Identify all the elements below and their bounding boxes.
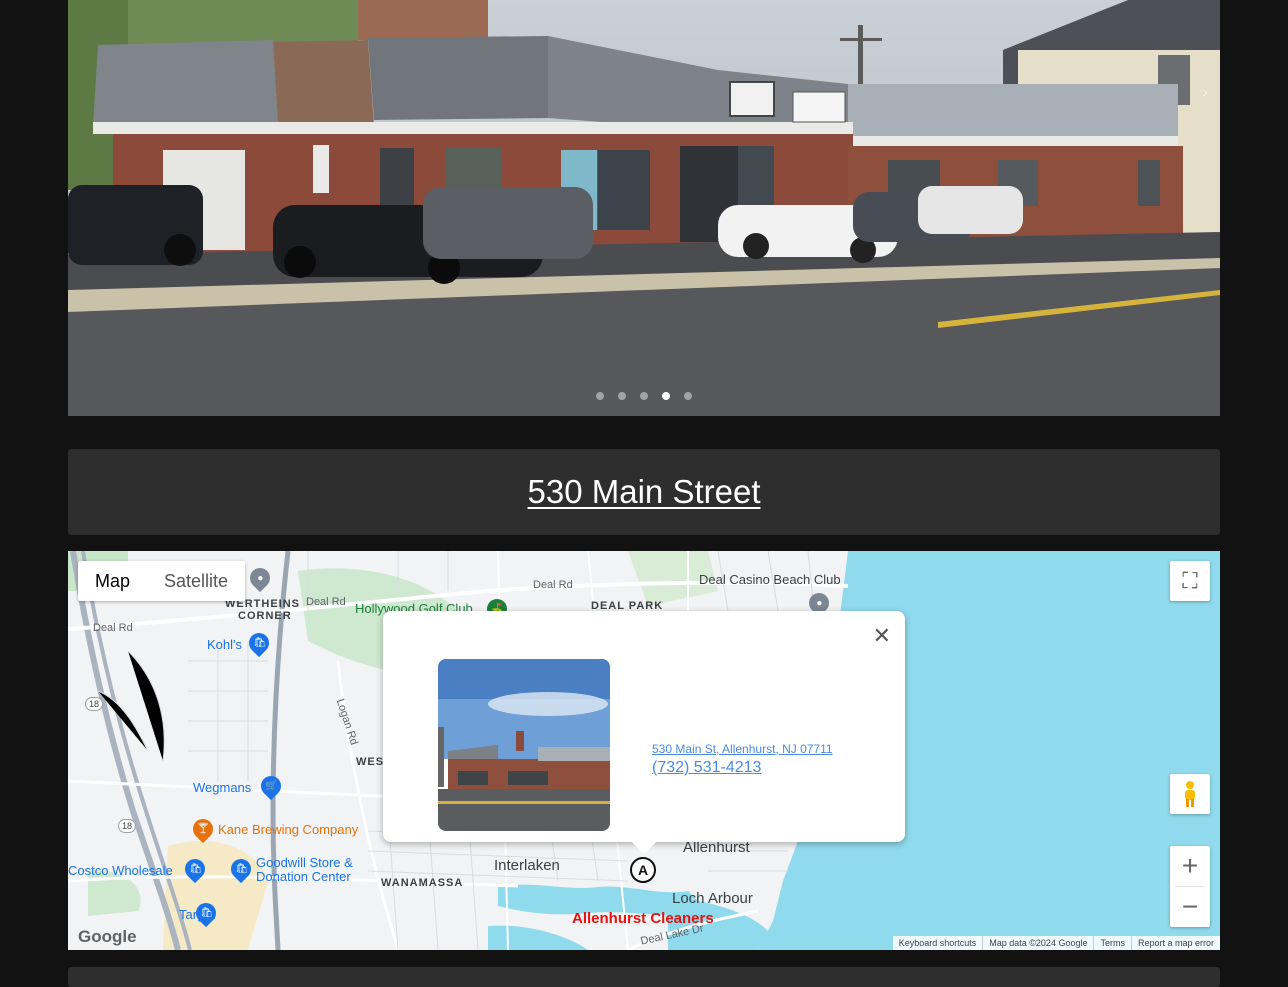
map-label[interactable]: Donation Center xyxy=(256,869,351,884)
carousel-dot[interactable] xyxy=(684,392,692,400)
map-label: Deal Rd xyxy=(306,596,346,608)
map-label: Interlaken xyxy=(494,857,560,874)
map-data-text: Map data ©2024 Google xyxy=(982,936,1093,950)
map-label: WANAMASSA xyxy=(381,877,464,889)
close-icon[interactable]: ✕ xyxy=(873,623,891,649)
location-thumbnail xyxy=(438,659,610,831)
zoom-out-icon[interactable]: − xyxy=(1170,887,1210,927)
report-error-link[interactable]: Report a map error xyxy=(1130,936,1220,950)
keyboard-shortcuts-button[interactable]: Keyboard shortcuts xyxy=(893,936,983,950)
hero-carousel[interactable]: › xyxy=(68,0,1220,416)
carousel-dot[interactable] xyxy=(640,392,648,400)
route-shield-icon: 18 xyxy=(85,697,103,711)
map-label[interactable]: Deal Casino Beach Club xyxy=(699,572,841,587)
fullscreen-icon[interactable]: ⛶ xyxy=(1170,561,1210,601)
carousel-dots xyxy=(68,392,1220,400)
map-label: CORNER xyxy=(238,610,292,622)
popup-phone-link[interactable]: (732) 531-4213 xyxy=(652,759,761,777)
terms-link[interactable]: Terms xyxy=(1093,936,1131,950)
info-window: ✕ 530 Main St, Allenhurst, NJ 07711 (732… xyxy=(383,611,905,854)
route-shield-icon: 18 xyxy=(118,819,136,833)
next-slide-icon[interactable]: › xyxy=(1203,84,1208,102)
business-marker-icon[interactable]: A xyxy=(630,857,656,883)
pegman-icon[interactable] xyxy=(1170,774,1210,814)
zoom-in-icon[interactable]: + xyxy=(1170,846,1210,886)
carousel-dot[interactable] xyxy=(618,392,626,400)
map-label[interactable]: Kane Brewing Company xyxy=(218,822,358,837)
next-section-bar xyxy=(68,967,1220,987)
map-label[interactable]: Kohl's xyxy=(207,637,242,652)
google-logo: Google xyxy=(78,927,137,946)
listing-title-bar: 530 Main Street xyxy=(68,449,1220,535)
carousel-dot-active[interactable] xyxy=(662,392,670,400)
carousel-dot[interactable] xyxy=(596,392,604,400)
map-type-satellite-button[interactable]: Satellite xyxy=(147,561,245,601)
map-label: Deal Rd xyxy=(533,579,573,591)
map-type-map-button[interactable]: Map xyxy=(78,561,147,601)
map-attribution: Keyboard shortcuts Map data ©2024 Google… xyxy=(892,936,1220,950)
map-label: WES xyxy=(356,756,385,768)
google-map[interactable]: WERTHEINS CORNER Deal Rd Deal Rd Deal Rd… xyxy=(68,551,1220,950)
map-label[interactable]: Costco Wholesale xyxy=(68,863,173,878)
map-label: Deal Rd xyxy=(93,622,133,634)
marker-label[interactable]: Allenhurst Cleaners xyxy=(572,910,714,927)
map-type-control: Map Satellite xyxy=(78,561,246,601)
map-label[interactable]: Wegmans xyxy=(193,780,251,795)
popup-address-link[interactable]: 530 Main St, Allenhurst, NJ 07711 xyxy=(652,742,833,756)
map-label: Loch Arbour xyxy=(672,890,753,907)
listing-title-link[interactable]: 530 Main Street xyxy=(528,473,761,511)
zoom-control: + − xyxy=(1170,846,1210,927)
map-label[interactable]: Goodwill Store & xyxy=(256,855,353,870)
storefront-photo xyxy=(68,0,1220,416)
